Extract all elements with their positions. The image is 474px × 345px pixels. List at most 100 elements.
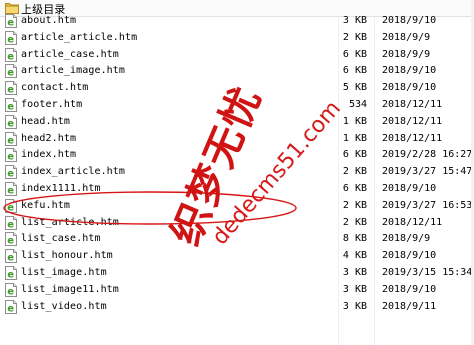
html-file-icon: e <box>5 14 18 28</box>
file-row[interactable]: e article_case.htm 6 KB 2018/9/9 <box>0 47 474 64</box>
file-row[interactable]: e index.htm 6 KB 2019/2/28 16:27 <box>0 147 474 164</box>
file-size: 2 KB <box>342 216 367 228</box>
file-row[interactable]: e about.htm 3 KB 2018/9/10 <box>0 13 474 30</box>
svg-text:e: e <box>7 202 14 213</box>
file-name: kefu.htm <box>21 199 70 211</box>
file-modified-date: 2018/9/10 <box>382 183 437 194</box>
file-name: index.htm <box>21 149 77 161</box>
file-name: index_article.htm <box>21 166 126 178</box>
file-modified-date: 2019/3/27 15:47 <box>382 166 473 178</box>
file-modified-date: 2018/12/11 <box>382 132 443 144</box>
svg-text:e: e <box>7 85 14 96</box>
file-modified-date: 2019/2/28 16:27 <box>382 149 473 161</box>
file-row[interactable]: e head.htm 1 KB 2018/12/11 <box>0 114 474 131</box>
file-size: 3 KB <box>342 283 367 295</box>
file-row[interactable]: e index1111.htm 6 KB 2018/9/10 <box>0 181 474 198</box>
file-size: 2 KB <box>342 31 367 43</box>
file-modified-date: 2019/3/27 16:53 <box>382 199 473 211</box>
html-file-icon: e <box>5 47 18 62</box>
svg-text:e: e <box>7 253 14 264</box>
file-row[interactable]: e footer.htm 534 2018/12/11 <box>0 97 474 114</box>
file-name: list_image11.htm <box>21 283 119 295</box>
file-row[interactable]: e contact.htm 5 KB 2018/9/10 <box>0 80 474 97</box>
file-row[interactable]: e index_article.htm 2 KB 2019/3/27 15:47 <box>0 164 474 181</box>
svg-text:e: e <box>7 186 14 197</box>
file-modified-date: 2018/9/9 <box>382 31 431 43</box>
html-file-icon: e <box>5 64 18 79</box>
file-size: 5 KB <box>342 82 367 94</box>
file-size: 2 KB <box>342 199 367 211</box>
file-row[interactable]: e article_article.htm 2 KB 2018/9/9 <box>0 30 474 47</box>
file-modified-date: 2018/9/10 <box>382 65 437 77</box>
file-name: article_article.htm <box>21 31 138 43</box>
svg-text:e: e <box>7 169 14 180</box>
file-size: 6 KB <box>342 149 367 161</box>
svg-text:e: e <box>7 118 14 129</box>
file-size: 6 KB <box>342 65 367 77</box>
svg-text:e: e <box>7 286 14 297</box>
file-modified-date: 2018/12/11 <box>382 216 443 228</box>
file-row[interactable]: e head2.htm 1 KB 2018/12/11 <box>0 131 474 148</box>
file-name: article_case.htm <box>21 48 119 60</box>
file-name: list_case.htm <box>21 233 101 245</box>
html-file-icon: e <box>5 30 18 45</box>
svg-text:e: e <box>7 303 14 314</box>
svg-text:e: e <box>7 18 14 29</box>
file-size: 2 KB <box>342 166 367 178</box>
file-modified-date: 2018/9/9 <box>382 233 431 245</box>
file-size: 534 <box>348 99 367 110</box>
file-size: 3 KB <box>342 300 367 312</box>
html-file-icon: e <box>5 114 18 129</box>
file-name: list_honour.htm <box>21 250 113 262</box>
file-name: about.htm <box>21 15 77 26</box>
file-size: 4 KB <box>342 250 367 262</box>
svg-text:e: e <box>7 270 14 281</box>
file-name: index1111.htm <box>21 183 101 194</box>
file-modified-date: 2018/9/10 <box>382 15 437 26</box>
file-modified-date: 2018/9/9 <box>382 48 431 60</box>
svg-text:e: e <box>7 152 14 163</box>
html-file-icon: e <box>5 266 18 280</box>
html-file-icon: e <box>5 282 18 297</box>
file-modified-date: 2019/3/15 15:34 <box>382 267 473 278</box>
html-file-icon: e <box>5 215 18 230</box>
file-row[interactable]: e list_honour.htm 4 KB 2018/9/10 <box>0 248 474 265</box>
file-size: 3 KB <box>342 267 367 278</box>
html-file-icon: e <box>5 182 18 196</box>
html-file-icon: e <box>5 81 18 96</box>
file-listing: 上级目录 e about.htm 3 KB 2018/9/10 e article_art… <box>0 0 474 345</box>
file-name: list_article.htm <box>21 216 119 228</box>
file-name: list_video.htm <box>21 300 107 312</box>
svg-text:e: e <box>7 219 14 230</box>
file-modified-date: 2018/9/10 <box>382 250 437 262</box>
file-modified-date: 2018/9/10 <box>382 283 437 295</box>
svg-text:e: e <box>7 68 14 79</box>
file-name: footer.htm <box>21 99 83 110</box>
svg-text:e: e <box>7 34 14 45</box>
html-file-icon: e <box>5 299 18 314</box>
file-name: head2.htm <box>21 132 77 144</box>
file-size: 6 KB <box>342 183 367 194</box>
file-modified-date: 2018/9/10 <box>382 82 437 94</box>
svg-text:e: e <box>7 102 14 113</box>
file-row[interactable]: e list_image.htm 3 KB 2019/3/15 15:34 <box>0 265 474 282</box>
file-name: list_image.htm <box>21 267 107 278</box>
file-row[interactable]: e article_image.htm 6 KB 2018/9/10 <box>0 63 474 80</box>
svg-text:e: e <box>7 135 14 146</box>
html-file-icon: e <box>5 98 18 112</box>
file-row[interactable]: e list_video.htm 3 KB 2018/9/11 <box>0 299 474 316</box>
file-name: contact.htm <box>21 82 89 94</box>
file-row[interactable]: e list_article.htm 2 KB 2018/12/11 <box>0 215 474 232</box>
svg-text:e: e <box>7 236 14 247</box>
html-file-icon: e <box>5 148 18 163</box>
file-name: article_image.htm <box>21 65 126 77</box>
file-row[interactable]: e list_case.htm 8 KB 2018/9/9 <box>0 231 474 248</box>
file-row[interactable]: e kefu.htm 2 KB 2019/3/27 16:53 <box>0 198 474 215</box>
file-size: 1 KB <box>342 132 367 144</box>
html-file-icon: e <box>5 249 18 264</box>
file-size: 3 KB <box>342 15 367 26</box>
file-modified-date: 2018/12/11 <box>382 99 443 110</box>
file-row[interactable]: e list_image11.htm 3 KB 2018/9/10 <box>0 282 474 299</box>
file-size: 8 KB <box>342 233 367 245</box>
svg-text:e: e <box>7 51 14 62</box>
